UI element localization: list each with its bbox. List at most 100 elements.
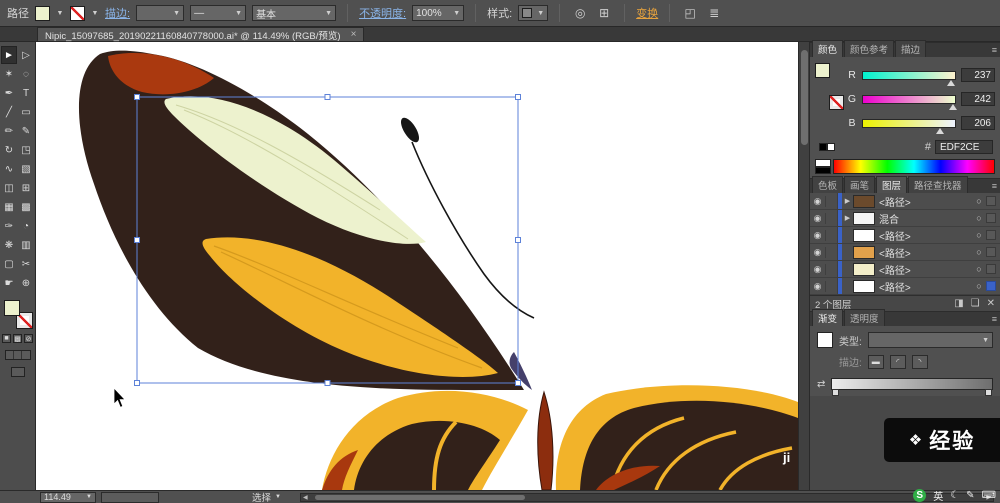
red-slider-thumb[interactable]: [946, 79, 955, 86]
hand-tool-button[interactable]: ☛: [1, 274, 17, 292]
selection-indicator[interactable]: [986, 264, 996, 274]
visibility-eye-icon[interactable]: ◉: [810, 212, 826, 224]
color-fill-stroke-proxy[interactable]: [815, 63, 847, 137]
close-icon[interactable]: ×: [351, 29, 357, 40]
magic-wand-tool-button[interactable]: ✶: [1, 65, 17, 83]
align-icon[interactable]: ⊞: [595, 4, 613, 22]
color-spectrum-bar[interactable]: [833, 159, 995, 174]
lasso-tool-button[interactable]: ◌: [18, 65, 34, 83]
none-mode-button[interactable]: ⊘: [24, 334, 33, 343]
artboard-navigation-dropdown[interactable]: [101, 491, 159, 503]
layer-name[interactable]: 混合: [879, 211, 972, 226]
gradient-stop[interactable]: [832, 389, 840, 396]
tab-transparency[interactable]: 透明度: [844, 309, 885, 326]
layer-name[interactable]: <路径>: [879, 245, 972, 260]
layer-name[interactable]: <路径>: [879, 279, 972, 294]
expand-chevron-icon[interactable]: ▶: [842, 214, 853, 222]
green-slider[interactable]: [862, 94, 957, 110]
rotate-tool-button[interactable]: ↻: [1, 141, 17, 159]
upper-wing-shape[interactable]: [78, 50, 525, 391]
gradient-type-dropdown[interactable]: ▼: [867, 332, 993, 348]
delete-layer-icon[interactable]: ✕: [987, 298, 995, 309]
green-slider-thumb[interactable]: [948, 103, 957, 110]
tab-swatches[interactable]: 色板: [812, 176, 844, 193]
selection-indicator[interactable]: [986, 247, 996, 257]
vertical-scrollbar[interactable]: [798, 42, 810, 490]
stroke-dropdown-arrow-icon[interactable]: ▼: [91, 4, 99, 22]
visibility-eye-icon[interactable]: ◉: [810, 195, 826, 207]
selection-indicator[interactable]: [986, 196, 996, 206]
tab-color[interactable]: 颜色: [812, 40, 844, 57]
ime-keyboard-icon[interactable]: ⌨: [982, 490, 996, 501]
hex-value-field[interactable]: EDF2CE: [935, 140, 993, 154]
direct-selection-tool-button[interactable]: ▷: [18, 46, 34, 64]
target-circle-icon[interactable]: ○: [972, 230, 986, 240]
gradient-swatch[interactable]: [817, 332, 833, 348]
selection-handle[interactable]: [134, 94, 140, 100]
transform-link[interactable]: 变换: [636, 5, 658, 21]
zoom-tool-button[interactable]: ⊕: [18, 274, 34, 292]
stroke-link[interactable]: 描边:: [105, 5, 130, 21]
selection-handle[interactable]: [515, 380, 521, 386]
stroke-proxy-swatch[interactable]: [829, 95, 844, 110]
layer-name[interactable]: <路径>: [879, 262, 972, 277]
gradient-stop[interactable]: [985, 389, 992, 396]
lock-cell[interactable]: [826, 244, 838, 260]
butterfly-body[interactable]: [537, 390, 554, 490]
artboard-tool-button[interactable]: ▢: [1, 255, 17, 273]
panel-menu-icon[interactable]: ≡: [992, 45, 997, 55]
stroke-weight-dropdown[interactable]: ▼: [136, 5, 185, 21]
panel-menu-icon[interactable]: ≡: [992, 181, 997, 191]
line-tool-button[interactable]: ╱: [1, 103, 17, 121]
antenna-club[interactable]: [397, 115, 422, 145]
width-profile-dropdown[interactable]: — ▼: [190, 5, 247, 21]
target-circle-icon[interactable]: ○: [972, 213, 986, 223]
type-tool-button[interactable]: T: [18, 84, 34, 102]
tab-layers[interactable]: 图层: [876, 176, 908, 193]
document-tab[interactable]: Nipic_15097685_20190221160840778000.ai* …: [37, 27, 365, 42]
target-circle-icon[interactable]: ○: [972, 264, 986, 274]
selection-indicator[interactable]: [986, 213, 996, 223]
selection-handle[interactable]: [134, 380, 140, 386]
tab-pathfinder[interactable]: 路径查找器: [908, 176, 968, 193]
gradient-mode-button[interactable]: ▩: [13, 334, 22, 343]
opacity-link[interactable]: 不透明度:: [359, 5, 406, 21]
fill-proxy-swatch[interactable]: [3, 300, 20, 316]
fill-stroke-indicator[interactable]: [3, 300, 33, 329]
brush-definition-dropdown[interactable]: 基本 ▼: [252, 5, 337, 21]
gradient-slider[interactable]: [831, 378, 993, 396]
stroke-gradient-across-icon[interactable]: ◝: [911, 354, 928, 369]
mesh-tool-button[interactable]: ▦: [1, 198, 17, 216]
isolate-mode-icon[interactable]: ◰: [681, 4, 699, 22]
scroll-left-icon[interactable]: ◀: [301, 494, 310, 501]
layer-row[interactable]: ◉ <路径> ○: [810, 244, 1000, 261]
default-colors-icon[interactable]: [819, 143, 835, 151]
visibility-eye-icon[interactable]: ◉: [810, 280, 826, 292]
selection-handle[interactable]: [515, 237, 521, 243]
target-circle-icon[interactable]: ○: [972, 196, 986, 206]
canvas-artboard[interactable]: ji: [36, 42, 798, 490]
tab-stroke[interactable]: 描边: [895, 40, 927, 57]
expand-chevron-icon[interactable]: ▶: [842, 197, 853, 205]
lock-cell[interactable]: [826, 278, 838, 294]
selection-tool-button[interactable]: ►: [1, 46, 17, 64]
arrange-icon[interactable]: ≣: [705, 4, 723, 22]
screen-mode-button[interactable]: [10, 367, 25, 377]
slice-tool-button[interactable]: ✂: [18, 255, 34, 273]
blue-slider[interactable]: [862, 118, 956, 134]
selection-handle[interactable]: [324, 380, 331, 386]
graph-tool-button[interactable]: ▥: [18, 236, 34, 254]
symbol-sprayer-tool-button[interactable]: ❋: [1, 236, 17, 254]
blue-slider-thumb[interactable]: [935, 127, 944, 134]
rectangle-tool-button[interactable]: ▭: [18, 103, 34, 121]
drawing-modes-button[interactable]: [4, 350, 31, 360]
layer-row[interactable]: ◉ ▶ <路径> ○: [810, 193, 1000, 210]
width-tool-button[interactable]: ∿: [1, 160, 17, 178]
recolor-artwork-icon[interactable]: ◎: [571, 4, 589, 22]
ime-sogou-icon[interactable]: S: [913, 488, 927, 502]
opacity-dropdown[interactable]: 100% ▼: [412, 5, 465, 21]
paintbrush-tool-button[interactable]: ✏: [1, 122, 17, 140]
horizontal-scrollbar-thumb[interactable]: [314, 494, 525, 500]
lock-cell[interactable]: [826, 227, 838, 243]
selection-handle[interactable]: [515, 94, 521, 100]
